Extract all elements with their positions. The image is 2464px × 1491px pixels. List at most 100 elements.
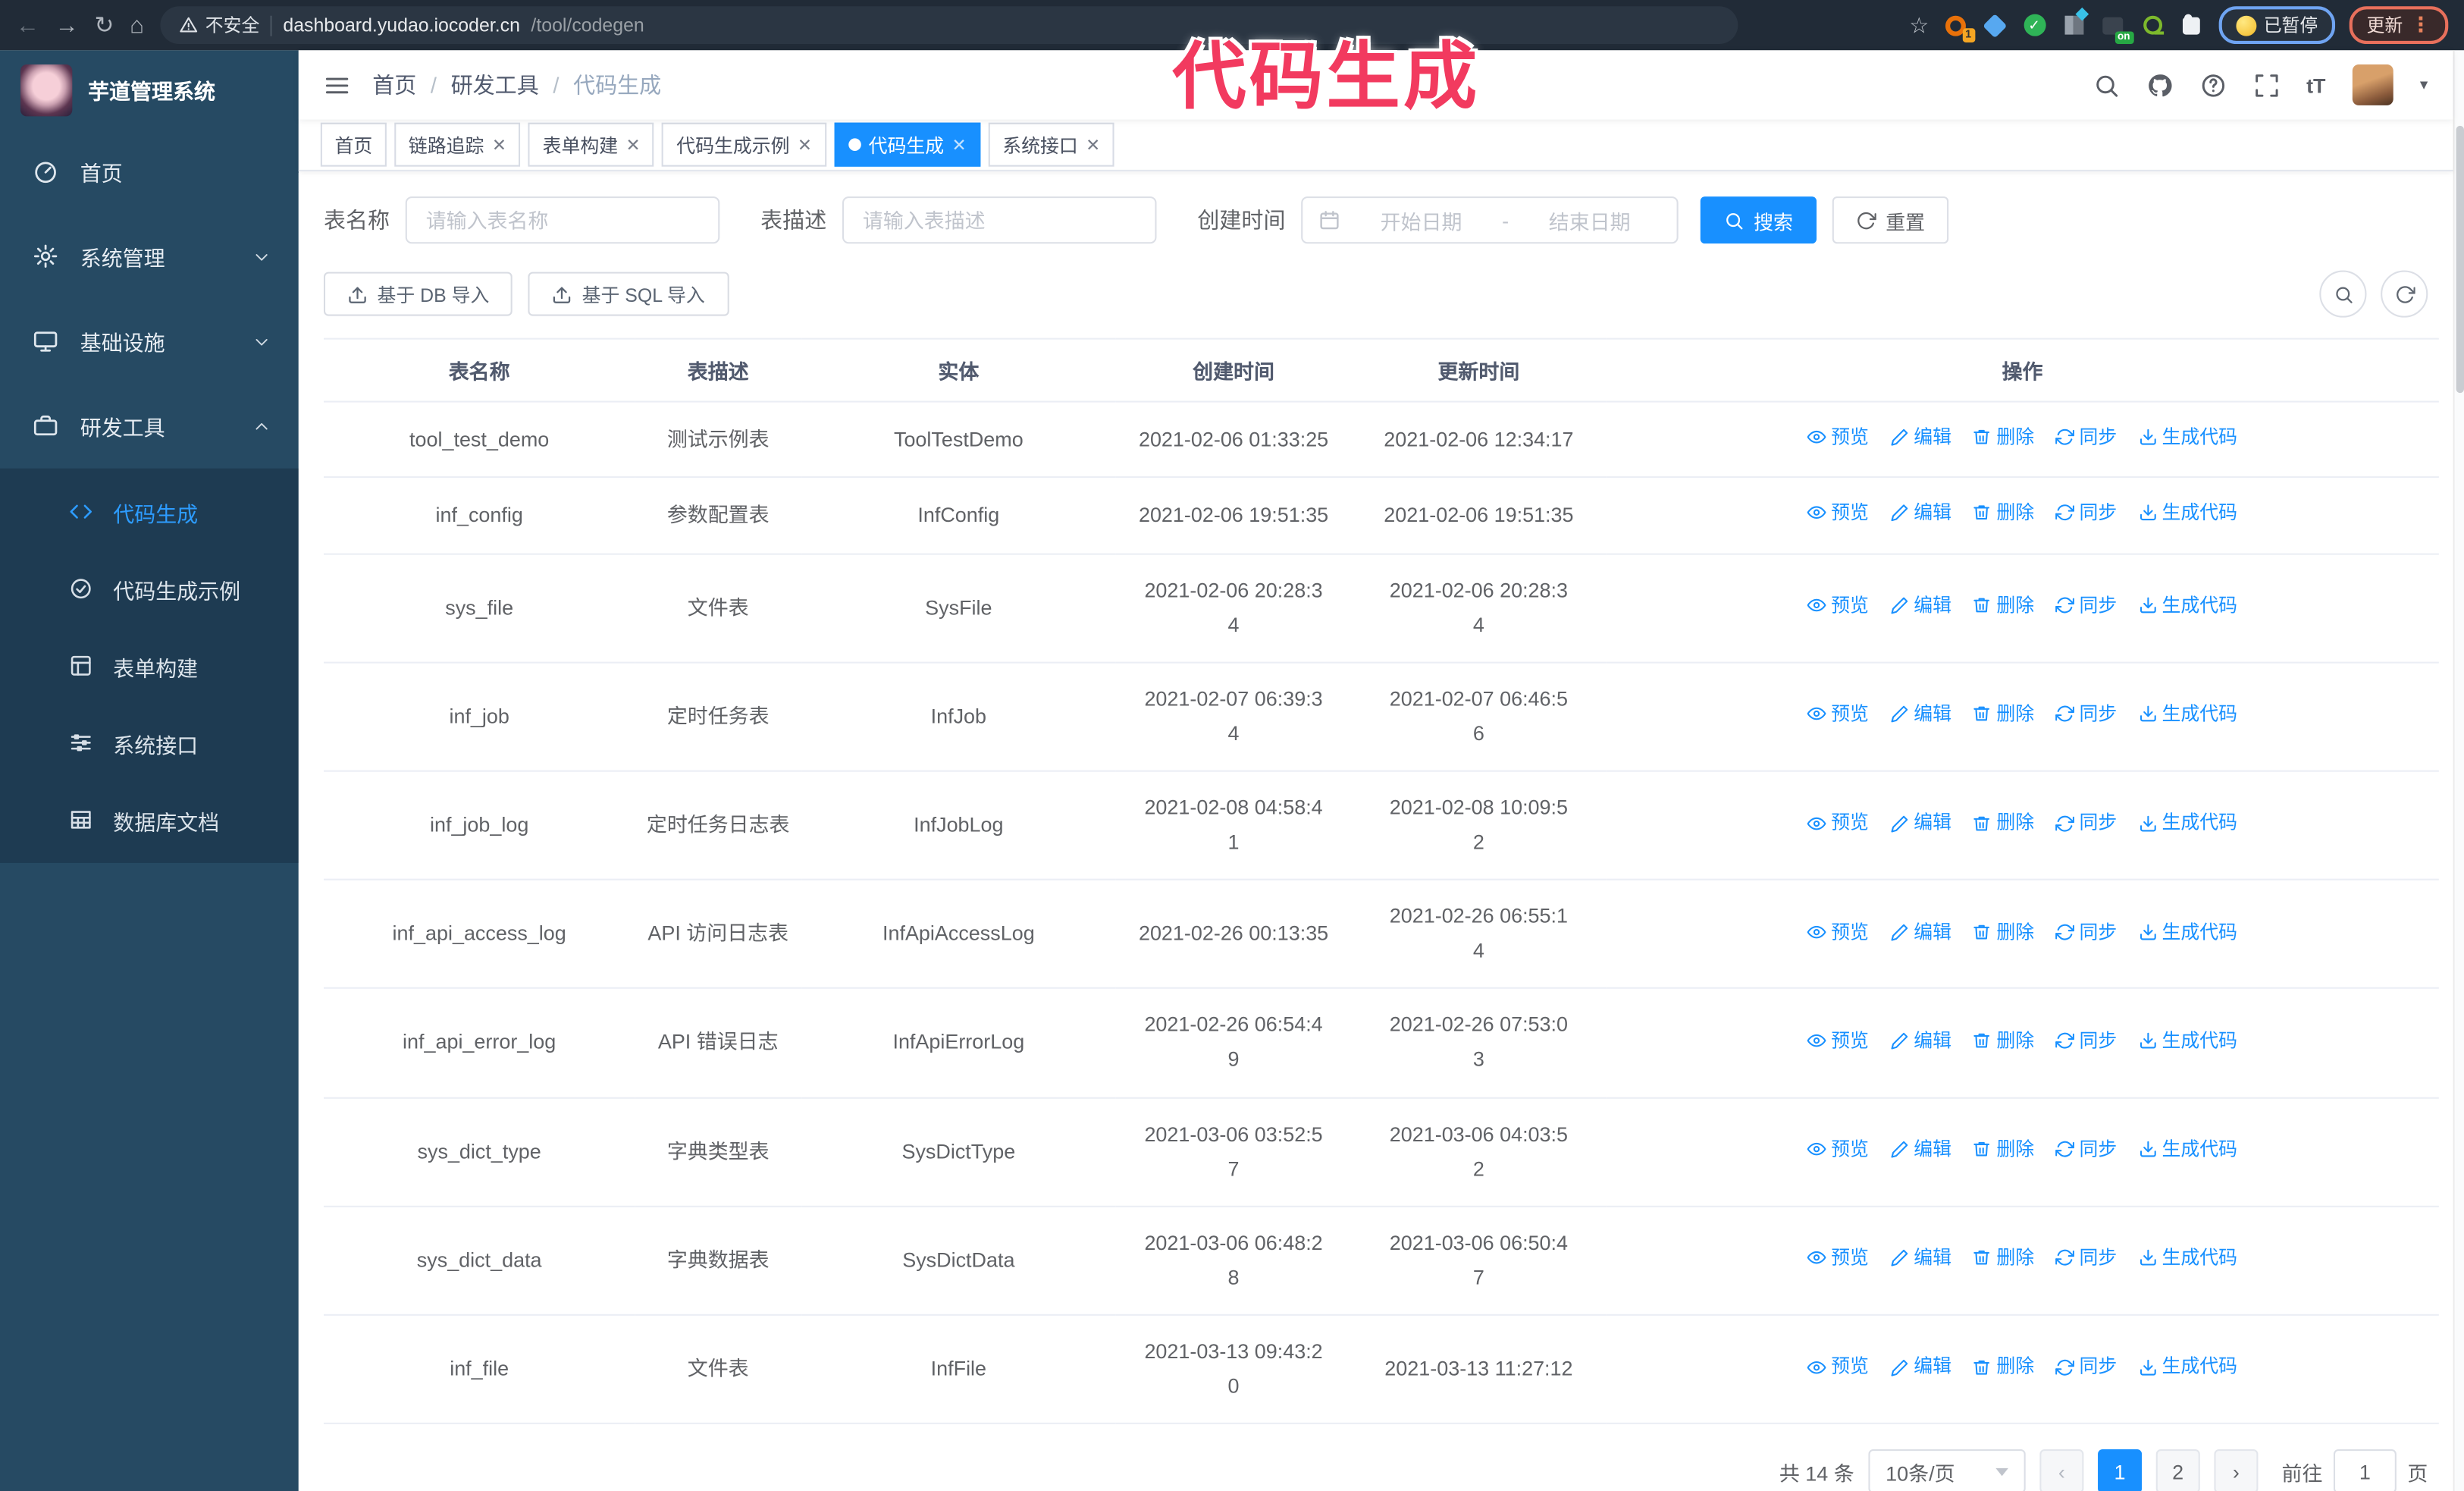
fullscreen-icon[interactable] xyxy=(2253,71,2280,98)
preview-link[interactable]: 预览 xyxy=(1807,498,1869,529)
tab-4[interactable]: 代码生成示例 ✕ xyxy=(662,122,826,167)
sync-link[interactable]: 同步 xyxy=(2055,589,2117,621)
delete-link[interactable]: 删除 xyxy=(1973,421,2034,453)
generate-code-link[interactable]: 生成代码 xyxy=(2138,589,2237,621)
forward-icon[interactable]: → xyxy=(55,14,79,37)
tab-5[interactable]: 代码生成 ✕ xyxy=(834,122,981,167)
delete-link[interactable]: 删除 xyxy=(1973,1242,2034,1274)
sidebar-subitem-5[interactable]: 数据库文档 xyxy=(0,781,299,859)
font-size-icon[interactable]: tT xyxy=(2306,73,2325,96)
close-icon[interactable]: ✕ xyxy=(625,134,640,155)
avatar[interactable] xyxy=(2352,64,2393,105)
edit-link[interactable]: 编辑 xyxy=(1890,807,1951,839)
sync-link[interactable]: 同步 xyxy=(2055,807,2117,839)
github-icon[interactable] xyxy=(2146,71,2173,98)
refresh-table-button[interactable] xyxy=(2381,270,2428,318)
preview-link[interactable]: 预览 xyxy=(1807,916,1869,948)
extension-key-icon[interactable] xyxy=(2140,13,2165,38)
reload-icon[interactable]: ↻ xyxy=(94,14,114,37)
tab-1[interactable]: 首页 xyxy=(320,122,387,167)
edit-link[interactable]: 编辑 xyxy=(1890,421,1951,453)
delete-link[interactable]: 删除 xyxy=(1973,807,2034,839)
delete-link[interactable]: 删除 xyxy=(1973,698,2034,730)
preview-link[interactable]: 预览 xyxy=(1807,1242,1869,1274)
page-button-2[interactable]: 2 xyxy=(2155,1449,2200,1491)
sidebar-subitem-1[interactable]: 代码生成 xyxy=(0,473,299,551)
generate-code-link[interactable]: 生成代码 xyxy=(2138,498,2237,529)
prev-page-button[interactable]: ‹ xyxy=(2039,1449,2084,1491)
scrollbar-track[interactable] xyxy=(2453,50,2464,1491)
edit-link[interactable]: 编辑 xyxy=(1890,1025,1951,1056)
delete-link[interactable]: 删除 xyxy=(1973,1351,2034,1383)
back-icon[interactable]: ← xyxy=(16,14,39,37)
import-sql-button[interactable]: 基于 SQL 导入 xyxy=(528,272,729,316)
security-warning[interactable]: 不安全 xyxy=(179,13,259,38)
breadcrumb-home[interactable]: 首页 xyxy=(372,69,416,100)
sidebar-subitem-2[interactable]: 代码生成示例 xyxy=(0,550,299,627)
generate-code-link[interactable]: 生成代码 xyxy=(2138,1133,2237,1165)
table-desc-input[interactable] xyxy=(842,196,1157,244)
delete-link[interactable]: 删除 xyxy=(1973,498,2034,529)
sync-link[interactable]: 同步 xyxy=(2055,421,2117,453)
tab-2[interactable]: 链路追踪 ✕ xyxy=(394,122,521,167)
close-icon[interactable]: ✕ xyxy=(952,134,967,155)
page-size-select[interactable]: 10条/页 xyxy=(1868,1449,2026,1491)
extension-on-icon[interactable]: on xyxy=(2100,13,2133,45)
edit-link[interactable]: 编辑 xyxy=(1890,698,1951,730)
generate-code-link[interactable]: 生成代码 xyxy=(2138,916,2237,948)
reset-button[interactable]: 重置 xyxy=(1832,196,1949,244)
import-db-button[interactable]: 基于 DB 导入 xyxy=(323,272,513,316)
preview-link[interactable]: 预览 xyxy=(1807,1133,1869,1165)
profile-paused-chip[interactable]: 已暂停 xyxy=(2218,6,2336,45)
preview-link[interactable]: 预览 xyxy=(1807,807,1869,839)
sidebar-item-3[interactable]: 基础设施 xyxy=(0,299,299,384)
update-chip[interactable]: 更新 ⋮ xyxy=(2349,6,2449,45)
sidebar-subitem-3[interactable]: 表单构建 xyxy=(0,627,299,705)
sidebar-subitem-4[interactable]: 系统接口 xyxy=(0,705,299,782)
close-icon[interactable]: ✕ xyxy=(798,134,812,155)
extension-puzzle-icon[interactable] xyxy=(2179,13,2204,38)
sync-link[interactable]: 同步 xyxy=(2055,1351,2117,1383)
generate-code-link[interactable]: 生成代码 xyxy=(2138,421,2237,453)
preview-link[interactable]: 预览 xyxy=(1807,1351,1869,1383)
preview-link[interactable]: 预览 xyxy=(1807,1025,1869,1056)
address-bar[interactable]: 不安全 dashboard.yudao.iocoder.cn/tool/code… xyxy=(159,6,1738,45)
menu-dots-icon[interactable]: ⋮ xyxy=(2411,13,2431,38)
goto-page-input[interactable] xyxy=(2333,1449,2397,1491)
preview-link[interactable]: 预览 xyxy=(1807,589,1869,621)
sync-link[interactable]: 同步 xyxy=(2055,1242,2117,1274)
generate-code-link[interactable]: 生成代码 xyxy=(2138,1242,2237,1274)
delete-link[interactable]: 删除 xyxy=(1973,589,2034,621)
close-icon[interactable]: ✕ xyxy=(1086,134,1100,155)
edit-link[interactable]: 编辑 xyxy=(1890,916,1951,948)
edit-link[interactable]: 编辑 xyxy=(1890,498,1951,529)
search-icon[interactable] xyxy=(2093,71,2119,98)
extension-green-check-icon[interactable]: ✓ xyxy=(2022,13,2047,38)
extension-orange-icon[interactable]: 1 xyxy=(1943,13,1975,42)
sync-link[interactable]: 同步 xyxy=(2055,1025,2117,1056)
sidebar-item-4[interactable]: 研发工具 xyxy=(0,384,299,469)
toggle-search-button[interactable] xyxy=(2319,270,2367,318)
sidebar-item-2[interactable]: 系统管理 xyxy=(0,214,299,299)
sync-link[interactable]: 同步 xyxy=(2055,916,2117,948)
delete-link[interactable]: 删除 xyxy=(1973,916,2034,948)
sync-link[interactable]: 同步 xyxy=(2055,1133,2117,1165)
chevron-down-icon[interactable]: ▾ xyxy=(2420,77,2428,94)
hamburger-icon[interactable] xyxy=(324,71,350,98)
preview-link[interactable]: 预览 xyxy=(1807,421,1869,453)
generate-code-link[interactable]: 生成代码 xyxy=(2138,807,2237,839)
close-icon[interactable]: ✕ xyxy=(492,134,506,155)
breadcrumb-dev-tools[interactable]: 研发工具 xyxy=(451,69,539,100)
next-page-button[interactable]: › xyxy=(2214,1449,2259,1491)
preview-link[interactable]: 预览 xyxy=(1807,698,1869,730)
extension-gem-icon[interactable] xyxy=(1983,13,2008,38)
extension-columns-icon[interactable] xyxy=(2061,7,2089,38)
star-icon[interactable]: ☆ xyxy=(1909,12,1929,39)
edit-link[interactable]: 编辑 xyxy=(1890,1351,1951,1383)
table-name-input[interactable] xyxy=(405,196,720,244)
delete-link[interactable]: 删除 xyxy=(1973,1133,2034,1165)
generate-code-link[interactable]: 生成代码 xyxy=(2138,1351,2237,1383)
scrollbar-thumb[interactable] xyxy=(2456,125,2464,394)
edit-link[interactable]: 编辑 xyxy=(1890,1133,1951,1165)
help-icon[interactable] xyxy=(2199,71,2226,98)
